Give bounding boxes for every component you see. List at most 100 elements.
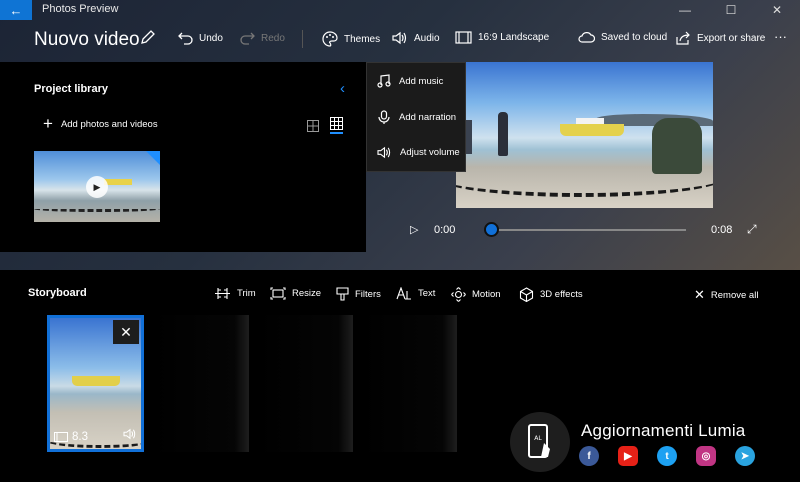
filters-icon (336, 287, 349, 301)
undo-icon (178, 32, 193, 45)
small-grid-view-button[interactable] (307, 119, 319, 137)
toolbar-divider (302, 30, 303, 48)
chevron-left-icon: ‹ (340, 80, 345, 97)
phone-icon: AL (528, 424, 550, 458)
motion-button[interactable]: Motion (451, 287, 501, 302)
remove-clip-button[interactable]: ✕ (113, 320, 139, 344)
redo-button[interactable]: Redo (240, 31, 285, 45)
play-icon: ▶ (86, 176, 108, 198)
back-button[interactable]: ← (0, 0, 32, 20)
collapse-library-button[interactable]: ‹ (340, 80, 345, 97)
audio-button[interactable]: Audio (392, 31, 440, 45)
title-bar: ← Photos Preview — ☐ ✕ (0, 0, 800, 20)
menu-item-label: Add music (399, 75, 444, 87)
aspect-ratio-button[interactable]: 16:9 Landscape (455, 31, 549, 44)
clip-duration-value: 8.3 (72, 431, 88, 443)
instagram-icon: ◎ (696, 446, 716, 466)
total-time: 0:08 (711, 224, 733, 236)
themes-button[interactable]: Themes (322, 31, 380, 47)
add-photos-button[interactable]: + Add photos and videos (43, 114, 158, 133)
seek-bar[interactable] (491, 229, 686, 231)
text-label: Text (418, 288, 436, 299)
3d-effects-button[interactable]: 3D effects (519, 287, 583, 302)
resize-button[interactable]: Resize (270, 287, 321, 300)
export-label: Export or share (697, 32, 766, 44)
more-button[interactable]: ··· (774, 29, 787, 44)
rename-button[interactable] (140, 29, 156, 45)
resize-icon (270, 287, 286, 300)
thumbnail-boat (104, 179, 132, 185)
back-arrow-icon: ← (9, 2, 23, 18)
current-time: 0:00 (434, 224, 456, 236)
maximize-button[interactable]: ☐ (708, 0, 754, 20)
close-button[interactable]: ✕ (754, 0, 800, 20)
menu-item-adjust-volume[interactable]: Adjust volume (377, 146, 460, 159)
close-icon: ✕ (120, 323, 132, 340)
youtube-icon: ▶ (618, 446, 638, 466)
play-button[interactable]: ▷ (410, 223, 418, 236)
seek-thumb[interactable] (484, 222, 499, 237)
empty-storyboard-slot (152, 315, 249, 452)
empty-storyboard-slot (256, 315, 353, 452)
menu-item-label: Adjust volume (400, 147, 460, 158)
microphone-icon (378, 110, 390, 124)
music-note-icon (377, 74, 391, 88)
grid-icon (330, 117, 343, 130)
remove-all-button[interactable]: ✕ Remove all (694, 287, 758, 303)
menu-item-label: Add narration (399, 112, 457, 123)
export-button[interactable]: Export or share (676, 31, 765, 45)
filters-label: Filters (355, 288, 381, 300)
plus-icon: + (43, 114, 53, 133)
remove-all-label: Remove all (710, 289, 759, 301)
storyboard-title: Storyboard (28, 287, 87, 299)
3d-effects-label: 3D effects (540, 289, 583, 300)
video-title[interactable]: Nuovo video (34, 29, 140, 51)
storyboard-panel: Storyboard Trim Resize Filters Text Moti… (0, 270, 800, 482)
svg-text:AL: AL (534, 435, 542, 442)
trim-label: Trim (237, 288, 256, 299)
minimize-icon: — (679, 3, 691, 17)
themes-label: Themes (344, 33, 381, 45)
speaker-icon (377, 146, 391, 159)
preview-chain (456, 157, 713, 197)
text-button[interactable]: Text (396, 287, 435, 300)
undo-button[interactable]: Undo (178, 31, 223, 45)
resize-label: Resize (292, 288, 322, 299)
undo-label: Undo (199, 32, 223, 44)
audio-label: Audio (414, 32, 440, 44)
minimize-button[interactable]: — (662, 0, 708, 20)
video-preview[interactable] (456, 62, 713, 208)
toolbar: Nuovo video Undo Redo Themes Audio 16:9 … (0, 22, 800, 58)
redo-label: Redo (261, 32, 285, 44)
clip-boat (72, 376, 120, 386)
photos-app-window: ← Photos Preview — ☐ ✕ Nuovo video Undo … (0, 0, 800, 482)
large-grid-view-button[interactable] (330, 117, 343, 135)
cloud-status: Saved to cloud (578, 31, 667, 43)
video-clip-icon (54, 432, 68, 442)
menu-item-add-music[interactable]: Add music (377, 74, 443, 88)
menu-item-add-narration[interactable]: Add narration (377, 110, 456, 125)
library-title: Project library (34, 83, 108, 95)
preview-boat (560, 118, 624, 136)
app-title: Photos Preview (42, 3, 119, 15)
storyboard-clip[interactable]: ✕ 8.3 (47, 315, 144, 452)
filters-button[interactable]: Filters (336, 287, 381, 301)
watermark-brand: Aggiornamenti Lumia (581, 421, 746, 440)
audio-menu: Add music Add narration Adjust volume (366, 62, 466, 172)
clip-duration: 8.3 (54, 431, 88, 443)
facebook-icon: f (579, 446, 599, 466)
fullscreen-button[interactable]: ⤢ (747, 222, 757, 237)
trim-button[interactable]: Trim (214, 287, 256, 300)
maximize-icon: ☐ (725, 3, 737, 17)
palette-icon (322, 31, 338, 47)
motion-icon (451, 287, 466, 302)
library-video-thumbnail[interactable]: ▶ (34, 151, 160, 222)
selected-corner-marker (146, 151, 160, 165)
play-icon: ▷ (410, 224, 419, 236)
preview-person (498, 112, 508, 156)
clip-volume-button[interactable] (123, 428, 137, 443)
twitter-icon: t (657, 446, 677, 466)
small-grid-icon (307, 120, 319, 132)
share-icon (676, 31, 690, 45)
expand-icon: ⤢ (747, 222, 757, 236)
